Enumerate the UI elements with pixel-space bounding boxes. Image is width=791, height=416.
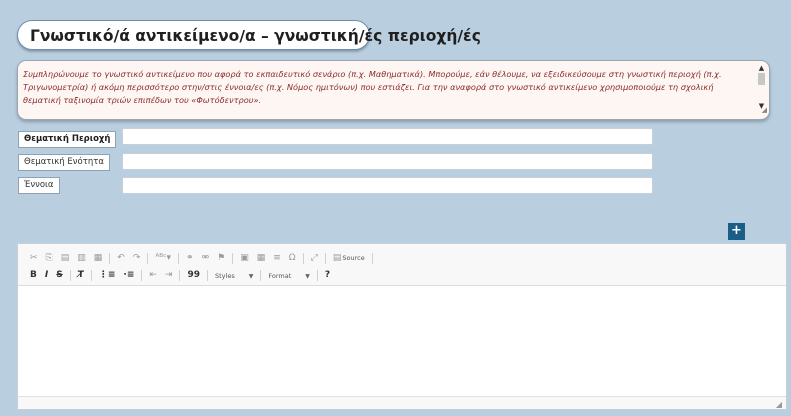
redo-icon[interactable]: ↷: [129, 251, 145, 266]
description-textarea[interactable]: Συμπληρώνουμε το γνωστικό αντικείμενο πο…: [17, 60, 770, 120]
paste-text-icon[interactable]: ▥: [73, 251, 90, 266]
separator: [316, 270, 318, 281]
thematic-area-label[interactable]: Θεματική Περιοχή: [18, 131, 117, 148]
scroll-thumb[interactable]: [758, 73, 765, 85]
styles-dropdown[interactable]: Styles ▼: [211, 272, 257, 280]
editor-content-area[interactable]: [18, 286, 786, 397]
toolbar-row-1: ✂ ⎘ ▤ ▥ ▦ ↶ ↷ ᴬᴮᶜ▾ ⚭ ⚮ ⚑ ▣ ▦ ≡ Ω ⤢ ▤Sour…: [26, 250, 778, 267]
copy-icon[interactable]: ⎘: [42, 251, 57, 266]
indent-icon[interactable]: ⇥: [161, 268, 177, 283]
blockquote-button[interactable]: 99: [183, 268, 204, 283]
separator: [232, 253, 234, 264]
editor-toolbar: ✂ ⎘ ▤ ▥ ▦ ↶ ↷ ᴬᴮᶜ▾ ⚭ ⚮ ⚑ ▣ ▦ ≡ Ω ⤢ ▤Sour…: [18, 244, 786, 286]
separator: [141, 270, 143, 281]
strike-button[interactable]: S: [52, 268, 66, 283]
undo-icon[interactable]: ↶: [113, 251, 129, 266]
separator: [90, 270, 92, 281]
separator: [371, 253, 373, 264]
paste-word-icon[interactable]: ▦: [90, 251, 107, 266]
anchor-icon[interactable]: ⚑: [213, 251, 229, 266]
chevron-down-icon: ▼: [248, 272, 254, 280]
remove-format-icon[interactable]: T̸: [74, 268, 88, 283]
maximize-icon[interactable]: ⤢: [307, 251, 322, 266]
numbered-list-icon[interactable]: ⋮≡: [95, 268, 120, 283]
separator: [302, 253, 304, 264]
editor-statusbar: ◢: [18, 396, 786, 409]
chevron-down-icon: ▼: [305, 272, 310, 280]
separator: [260, 270, 262, 281]
horizontal-rule-icon[interactable]: ≡: [269, 251, 285, 266]
separator: [147, 253, 149, 264]
image-icon[interactable]: ▣: [236, 251, 253, 266]
source-icon: ▤: [332, 253, 342, 263]
rich-text-editor: ✂ ⎘ ▤ ▥ ▦ ↶ ↷ ᴬᴮᶜ▾ ⚭ ⚮ ⚑ ▣ ▦ ≡ Ω ⤢ ▤Sour…: [17, 243, 787, 410]
description-text: Συμπληρώνουμε το γνωστικό αντικείμενο πο…: [23, 69, 722, 105]
concept-label[interactable]: Έννοια: [18, 177, 60, 194]
help-button[interactable]: ?: [321, 268, 334, 283]
bulleted-list-icon[interactable]: ∙≡: [119, 268, 138, 283]
format-label: Format: [268, 271, 292, 280]
bold-button[interactable]: B: [26, 268, 41, 283]
scroll-up-icon[interactable]: ▲: [757, 64, 766, 72]
italic-button[interactable]: I: [41, 268, 52, 283]
separator: [324, 253, 326, 264]
paste-icon[interactable]: ▤: [57, 251, 74, 266]
section-title: Γνωστικό/ά αντικείμενο/α – γνωστική/ές π…: [17, 20, 481, 50]
link-icon[interactable]: ⚭: [182, 251, 198, 266]
format-dropdown[interactable]: Format ▼: [264, 272, 314, 280]
source-button[interactable]: ▤Source: [329, 251, 369, 266]
table-icon[interactable]: ▦: [253, 251, 270, 266]
toolbar-row-2: B I S T̸ ⋮≡ ∙≡ ⇤ ⇥ 99 Styles ▼ Format ▼ ?: [26, 267, 778, 284]
spellcheck-icon[interactable]: ᴬᴮᶜ▾: [151, 251, 175, 266]
special-char-icon[interactable]: Ω: [285, 251, 300, 266]
resize-grip-icon[interactable]: ◢: [762, 104, 767, 117]
add-button[interactable]: +: [728, 223, 745, 240]
concept-input[interactable]: [122, 177, 653, 194]
outdent-icon[interactable]: ⇤: [145, 268, 161, 283]
separator: [178, 253, 180, 264]
cut-icon[interactable]: ✂: [26, 251, 42, 266]
page: Γνωστικό/ά αντικείμενο/α – γνωστική/ές π…: [5, 5, 787, 411]
separator: [179, 270, 181, 281]
thematic-area-input[interactable]: [122, 128, 653, 145]
source-label: Source: [342, 254, 365, 262]
thematic-unit-label[interactable]: Θεματική Ενότητα: [18, 154, 110, 171]
separator: [109, 253, 111, 264]
styles-label: Styles: [215, 271, 235, 280]
unlink-icon[interactable]: ⚮: [198, 251, 214, 266]
separator: [69, 270, 71, 281]
thematic-unit-input[interactable]: [122, 153, 653, 170]
separator: [207, 270, 208, 281]
resize-grip-icon[interactable]: ◢: [776, 400, 782, 409]
